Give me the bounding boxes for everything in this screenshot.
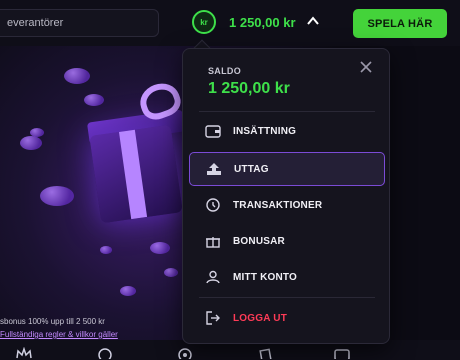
- gift-ribbon-art: [118, 129, 148, 220]
- coin-decoration: [164, 268, 178, 277]
- menu-item-label: BONUSAR: [233, 235, 285, 247]
- menu-item-label: UTTAG: [234, 163, 269, 175]
- roulette-icon[interactable]: [177, 347, 193, 359]
- target-icon[interactable]: [97, 347, 113, 359]
- top-bar: everantörer kr 1 250,00 kr SPELA HÄR: [0, 0, 460, 46]
- menu-item-withdraw[interactable]: UTTAG: [189, 152, 385, 186]
- history-icon: [206, 198, 220, 212]
- close-icon[interactable]: [359, 60, 373, 74]
- slots-icon[interactable]: [334, 347, 350, 359]
- divider: [199, 111, 375, 112]
- account-dropdown: SALDO 1 250,00 kr INSÄTTNING UTTAG TRANS…: [182, 48, 390, 344]
- divider: [199, 297, 375, 298]
- coin-decoration: [150, 242, 170, 254]
- currency-badge-label: kr: [200, 17, 208, 27]
- saldo-value: 1 250,00 kr: [208, 80, 290, 97]
- crown-icon[interactable]: [16, 347, 32, 359]
- menu-item-bonuses[interactable]: BONUSAR: [189, 224, 385, 258]
- gift-box-art: [89, 124, 183, 224]
- coin-decoration: [100, 246, 112, 254]
- promo-text: sbonus 100% upp till 2 500 kr: [0, 317, 105, 326]
- terms-link[interactable]: Fullständiga regler & villkor gäller: [0, 330, 118, 339]
- search-input[interactable]: everantörer: [0, 9, 159, 37]
- upload-icon: [207, 163, 221, 175]
- chevron-up-icon[interactable]: [306, 14, 320, 28]
- coin-decoration: [120, 286, 136, 296]
- gift-icon: [206, 237, 220, 248]
- coin-decoration: [20, 136, 42, 150]
- user-icon: [206, 270, 220, 284]
- search-placeholder: everantörer: [7, 17, 64, 29]
- coin-decoration: [64, 68, 90, 84]
- logout-icon: [206, 311, 220, 325]
- play-now-button[interactable]: SPELA HÄR: [353, 9, 447, 38]
- menu-item-my-account[interactable]: MITT KONTO: [189, 260, 385, 294]
- balance-display[interactable]: 1 250,00 kr: [229, 15, 296, 30]
- menu-item-label: MITT KONTO: [233, 271, 298, 283]
- currency-badge[interactable]: kr: [192, 10, 216, 34]
- coin-decoration: [84, 94, 104, 106]
- coin-decoration: [30, 128, 44, 137]
- coin-decoration: [40, 186, 74, 206]
- menu-item-label: TRANSAKTIONER: [233, 199, 323, 211]
- menu-item-label: INSÄTTNING: [233, 125, 297, 137]
- menu-item-transactions[interactable]: TRANSAKTIONER: [189, 188, 385, 222]
- wallet-icon: [205, 125, 221, 138]
- cards-icon[interactable]: [258, 347, 274, 359]
- menu-item-label: LOGGA UT: [233, 312, 288, 324]
- menu-item-logout[interactable]: LOGGA UT: [189, 301, 385, 335]
- saldo-label: SALDO: [208, 66, 241, 76]
- menu-item-deposit[interactable]: INSÄTTNING: [189, 114, 385, 148]
